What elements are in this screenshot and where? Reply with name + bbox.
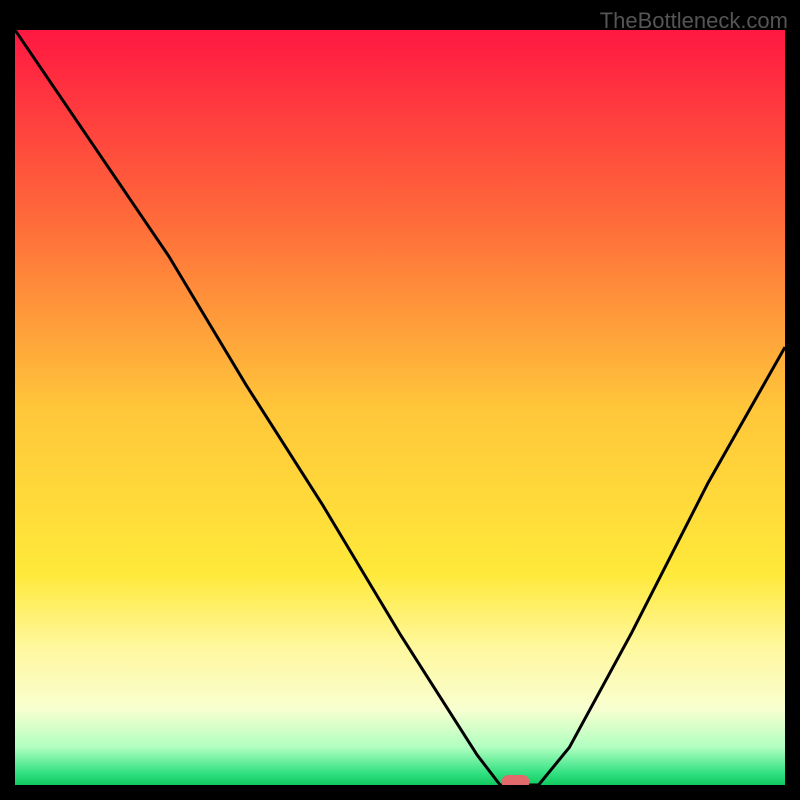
gradient-background [15,30,785,785]
optimal-marker [502,775,530,785]
chart-svg [15,30,785,785]
bottleneck-chart [15,30,785,785]
watermark-text: TheBottleneck.com [600,8,788,34]
